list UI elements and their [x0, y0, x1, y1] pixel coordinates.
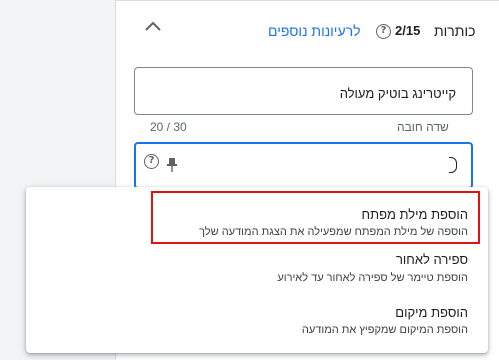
- insert-menu: הוספת מילת מפתח הוספה של מילת המפתח שמפע…: [26, 187, 488, 353]
- menu-item-title: ספירה לאחור: [395, 252, 468, 267]
- menu-item-description: הוספת טיימר של ספירה לאחור עד לאירוע: [277, 272, 468, 284]
- headline-1-input[interactable]: קייטרינג בוטיק מעולה: [134, 67, 473, 115]
- headlines-label: כותרות: [434, 23, 476, 39]
- help-icon[interactable]: ?: [376, 24, 391, 39]
- menu-item-title: הוספת מיקום: [395, 305, 468, 320]
- required-field-label: שדה חובה: [397, 120, 449, 134]
- headline-count: 2/15: [395, 23, 421, 38]
- headline-1-value: קייטרינג בוטיק מעולה: [339, 86, 456, 101]
- menu-item-add-location[interactable]: הוספת מיקום הוספת המיקום שמקפיץ את המודע…: [26, 297, 488, 347]
- text-cursor: [449, 157, 457, 173]
- pin-icon[interactable]: [166, 157, 178, 173]
- headlines-header: לרעיונות נוספים ? 2/15 כותרות: [116, 1, 499, 61]
- menu-item-description: הוספת המיקום שמקפיץ את המודעה: [301, 324, 468, 336]
- more-ideas-link[interactable]: לרעיונות נוספים: [268, 23, 360, 39]
- menu-item-title: הוספת מילת מפתח: [361, 207, 468, 222]
- menu-item-description: הוספה של מילת המפתח שמפעילה את הצגת המוד…: [199, 226, 468, 238]
- menu-item-add-keyword[interactable]: הוספת מילת מפתח הוספה של מילת המפתח שמפע…: [26, 195, 488, 245]
- help-icon[interactable]: ?: [144, 154, 159, 169]
- headline-2-input[interactable]: ?: [134, 142, 473, 189]
- menu-item-countdown[interactable]: ספירה לאחור הוספת טיימר של ספירה לאחור ע…: [26, 245, 488, 295]
- character-counter: 20 / 30: [150, 120, 187, 134]
- chevron-up-icon[interactable]: [142, 17, 164, 35]
